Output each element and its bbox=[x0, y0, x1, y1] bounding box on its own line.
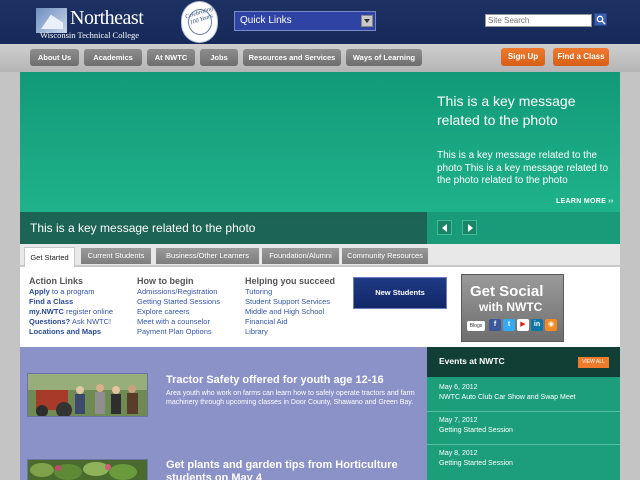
action-links-heading: Action Links bbox=[29, 276, 84, 286]
linkedin-icon[interactable]: in bbox=[531, 319, 543, 331]
how-to-begin-heading: How to begin bbox=[137, 276, 194, 286]
helping-you-succeed-heading: Helping you succeed bbox=[245, 276, 336, 286]
events-title: Events at NWTC bbox=[439, 356, 505, 366]
hero-prev-button[interactable] bbox=[437, 220, 452, 235]
find-a-class-button[interactable]: Find a Class bbox=[553, 48, 609, 66]
hero-controls bbox=[427, 212, 620, 244]
magnifier-icon bbox=[596, 15, 606, 25]
event-item[interactable]: May 7, 2012 Getting Started Session bbox=[427, 412, 620, 445]
frame-left bbox=[0, 72, 20, 480]
middle-high-school-link[interactable]: Middle and High School bbox=[245, 307, 324, 317]
blogs-link[interactable]: Blogs bbox=[467, 321, 485, 331]
search-button[interactable] bbox=[594, 13, 607, 26]
my-nwtc-link[interactable]: my.NWTC register online bbox=[29, 307, 113, 317]
my-nwtc-link-text: register online bbox=[63, 307, 114, 316]
facebook-icon[interactable]: f bbox=[489, 319, 501, 331]
hero-body: This is a key message related to the pho… bbox=[437, 150, 609, 186]
financial-aid-link[interactable]: Financial Aid bbox=[245, 317, 288, 327]
event-item[interactable]: May 6, 2012 NWTC Auto Club Car Show and … bbox=[427, 379, 620, 412]
meet-counselor-link[interactable]: Meet with a counselor bbox=[137, 317, 210, 327]
apply-link[interactable]: Apply to a program bbox=[29, 287, 94, 297]
new-students-button[interactable]: New Students bbox=[353, 277, 447, 309]
quick-links-select[interactable]: Quick Links bbox=[234, 11, 376, 31]
find-a-class-link[interactable]: Find a Class bbox=[29, 297, 73, 307]
hero-title: This is a key message related to the pho… bbox=[437, 93, 576, 128]
nav-at-nwtc[interactable]: At NWTC bbox=[147, 49, 195, 66]
quick-links-label: Quick Links bbox=[240, 15, 292, 26]
audience-tabs: Get Started Current Students Business/Ot… bbox=[20, 244, 620, 267]
hero-caption: This is a key message related to the pho… bbox=[30, 221, 256, 235]
event-name[interactable]: NWTC Auto Club Car Show and Swap Meet bbox=[439, 394, 576, 401]
payment-plan-link[interactable]: Payment Plan Options bbox=[137, 327, 212, 337]
frame-right bbox=[620, 72, 640, 480]
library-link[interactable]: Library bbox=[245, 327, 268, 337]
hero-banner: This is a key message related to the pho… bbox=[20, 72, 620, 244]
centennial-seal: Celebrating 100 Years bbox=[181, 1, 218, 43]
event-date: May 7, 2012 bbox=[439, 417, 478, 424]
logo-name: Northeast bbox=[70, 7, 144, 29]
nav-resources-services[interactable]: Resources and Services bbox=[243, 49, 341, 66]
apply-link-text: to a program bbox=[49, 287, 95, 296]
news-title-horticulture[interactable]: Get plants and garden tips from Horticul… bbox=[166, 459, 416, 480]
horticulture-photo[interactable] bbox=[27, 459, 148, 480]
rss-icon[interactable]: ◉ bbox=[545, 319, 557, 331]
get-social-box: Get Social with NWTC Blogs f t ▶ in ◉ bbox=[461, 274, 564, 342]
news-section: Tractor Safety offered for youth age 12-… bbox=[20, 347, 427, 480]
nwtc-logo[interactable]: Northeast Wisconsin Technical College bbox=[36, 7, 154, 40]
questions-link[interactable]: Questions? Ask NWTC! bbox=[29, 317, 111, 327]
event-date: May 6, 2012 bbox=[439, 384, 478, 391]
nav-jobs[interactable]: Jobs bbox=[200, 49, 238, 66]
tab-business-other-learners[interactable]: Business/Other Learners bbox=[156, 248, 259, 264]
event-name[interactable]: Getting Started Session bbox=[439, 427, 513, 434]
locations-maps-link-bold: Locations and Maps bbox=[29, 327, 102, 336]
explore-careers-link[interactable]: Explore careers bbox=[137, 307, 190, 317]
event-date: May 8, 2012 bbox=[439, 450, 478, 457]
apply-link-bold: Apply bbox=[29, 287, 50, 296]
prev-arrow-icon bbox=[442, 224, 447, 232]
get-started-panel: Action Links Apply to a program Find a C… bbox=[20, 267, 620, 347]
news-title-tractor-safety[interactable]: Tractor Safety offered for youth age 12-… bbox=[166, 374, 426, 387]
news-body-tractor-safety: Area youth who work on farms can learn h… bbox=[166, 390, 415, 406]
youtube-icon[interactable]: ▶ bbox=[517, 319, 529, 331]
hero-caption-bar: This is a key message related to the pho… bbox=[20, 212, 427, 244]
getting-started-sessions-link[interactable]: Getting Started Sessions bbox=[137, 297, 220, 307]
questions-link-bold: Questions? bbox=[29, 317, 71, 326]
get-social-title: Get Social bbox=[470, 283, 544, 300]
events-header: Events at NWTC VIEW ALL bbox=[427, 347, 620, 377]
locations-maps-link[interactable]: Locations and Maps bbox=[29, 327, 101, 337]
learn-more-link[interactable]: LEARN MORE ›› bbox=[556, 198, 614, 205]
my-nwtc-link-bold: my.NWTC bbox=[29, 307, 64, 316]
tab-get-started[interactable]: Get Started bbox=[24, 247, 75, 267]
nav-ways-of-learning[interactable]: Ways of Learning bbox=[346, 49, 422, 66]
tab-community-resources[interactable]: Community Resources bbox=[342, 248, 428, 264]
event-name[interactable]: Getting Started Session bbox=[439, 460, 513, 467]
tractor-safety-photo[interactable] bbox=[27, 373, 148, 417]
hero-next-button[interactable] bbox=[462, 220, 477, 235]
chevron-down-icon[interactable] bbox=[361, 15, 373, 27]
nav-academics[interactable]: Academics bbox=[84, 49, 142, 66]
view-all-events-button[interactable]: VIEW ALL bbox=[578, 357, 609, 368]
twitter-icon[interactable]: t bbox=[503, 319, 515, 331]
events-panel: Events at NWTC VIEW ALL May 6, 2012 NWTC… bbox=[427, 347, 620, 480]
next-arrow-icon bbox=[468, 224, 473, 232]
event-item[interactable]: May 8, 2012 Getting Started Session bbox=[427, 445, 620, 478]
student-support-link[interactable]: Student Support Services bbox=[245, 297, 330, 307]
main-nav: About Us Academics At NWTC Jobs Resource… bbox=[0, 44, 640, 72]
questions-link-text: Ask NWTC! bbox=[70, 317, 112, 326]
tab-current-students[interactable]: Current Students bbox=[81, 248, 151, 264]
logo-subtitle: Wisconsin Technical College bbox=[40, 30, 139, 40]
site-header: Northeast Wisconsin Technical College Ce… bbox=[0, 0, 640, 44]
tutoring-link[interactable]: Tutoring bbox=[245, 287, 272, 297]
admissions-link[interactable]: Admissions/Registration bbox=[137, 287, 217, 297]
get-social-subtitle: with NWTC bbox=[479, 300, 543, 314]
nav-about-us[interactable]: About Us bbox=[30, 49, 79, 66]
site-search-input[interactable] bbox=[485, 14, 592, 27]
tab-foundation-alumni[interactable]: Foundation/Alumni bbox=[262, 248, 339, 264]
find-a-class-link-bold: Find a Class bbox=[29, 297, 74, 306]
sign-up-button[interactable]: Sign Up bbox=[501, 48, 545, 66]
